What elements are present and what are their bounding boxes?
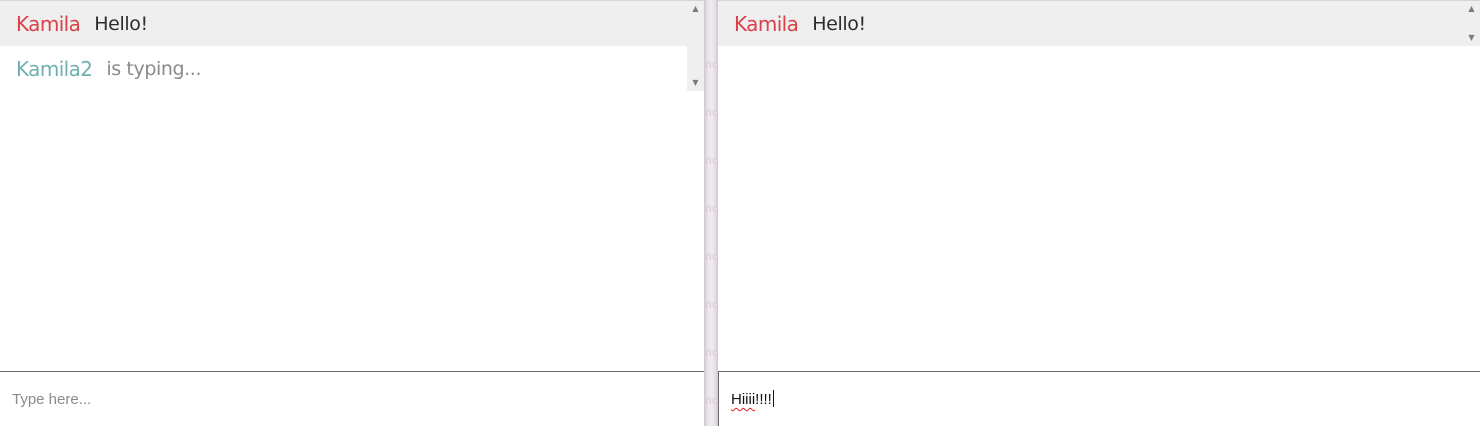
message-input-left[interactable] [0,372,704,426]
divider-ghost-text: nc [705,394,719,407]
chat-pane-right: Kamila Hello! ▲ ▼ Hiiii!!!! [718,0,1480,426]
divider-ghost-text: nc [705,154,719,167]
divider-ghost-text: nc [705,202,719,215]
message-scrollbar-left[interactable]: ▲ ▼ [687,1,704,91]
scroll-down-arrow-icon[interactable]: ▼ [1463,33,1480,43]
scroll-down-arrow-icon[interactable]: ▼ [687,78,704,88]
message-username: Kamila [16,11,81,36]
input-bar-right: Hiiii!!!! [718,371,1480,426]
message-scrollbar-right[interactable]: ▲ ▼ [1463,1,1480,46]
typing-username: Kamila2 [16,56,93,81]
message-list-right: Kamila Hello! [718,1,1480,371]
divider-ghost-text: nc [705,58,719,71]
message-text: Hello! [94,12,148,35]
chat-pane-left: Kamila Hello! Kamila2 is typing... ▲ ▼ [0,0,704,426]
divider-ghost-text: nc [705,250,719,263]
input-value-rest: !!!! [755,391,772,408]
message-row: Kamila Hello! [718,1,1480,46]
message-row: Kamila Hello! [0,1,704,46]
input-bar-left [0,371,704,426]
typing-status-text: is typing... [106,57,202,80]
divider-ghost-text: nc [705,298,719,311]
divider-ghost-text: nc [705,106,719,119]
app-root: Kamila Hello! Kamila2 is typing... ▲ ▼ n… [0,0,1480,426]
pane-divider[interactable]: nc nc nc nc nc nc nc nc [704,0,718,426]
text-caret [772,390,774,407]
message-text: Hello! [812,12,866,35]
divider-ghost-text: nc [705,346,719,359]
message-input-right[interactable]: Hiiii!!!! [731,390,774,408]
typing-indicator-row: Kamila2 is typing... [0,46,704,91]
scroll-up-arrow-icon[interactable]: ▲ [1463,4,1480,14]
message-username: Kamila [734,11,799,36]
scroll-up-arrow-icon[interactable]: ▲ [687,4,704,14]
message-list-left: Kamila Hello! Kamila2 is typing... [0,1,704,371]
misspelled-word: Hiiii [731,391,756,408]
